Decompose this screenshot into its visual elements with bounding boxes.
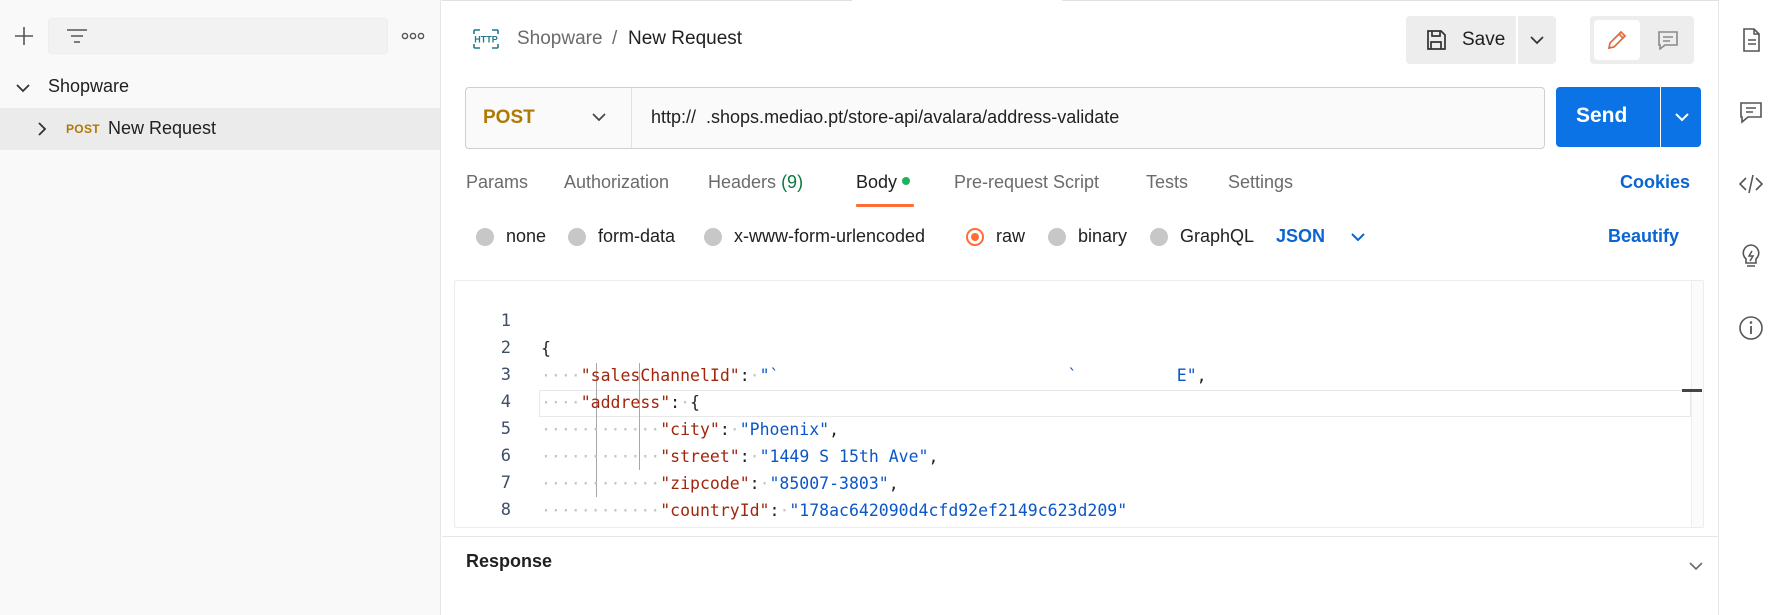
- headers-count: (9): [781, 172, 804, 192]
- info-icon[interactable]: [1737, 314, 1765, 342]
- tab-tests[interactable]: Tests: [1146, 172, 1188, 193]
- comments-icon[interactable]: [1737, 98, 1765, 126]
- lightbulb-icon[interactable]: [1737, 242, 1765, 270]
- save-options-button[interactable]: [1518, 16, 1556, 64]
- mode-toggle: [1590, 16, 1694, 64]
- sidebar: Shopware POST New Request: [0, 0, 441, 615]
- tab-prerequest-script[interactable]: Pre-request Script: [954, 172, 1099, 193]
- code-line: 7 ············"countryId":·"178ac642090d…: [455, 443, 1695, 520]
- request-name: New Request: [108, 118, 217, 138]
- edit-mode-button[interactable]: [1594, 20, 1640, 60]
- url-bar: POST http:// .shops.mediao.pt/store-api/…: [465, 87, 1545, 149]
- chevron-down-icon[interactable]: [14, 79, 32, 102]
- body-type-binary-label: binary: [1078, 226, 1128, 246]
- radio-icon: [1150, 227, 1168, 246]
- svg-text:HTTP: HTTP: [474, 35, 498, 45]
- breadcrumb-request-title[interactable]: New Request: [628, 28, 742, 50]
- method-value: POST: [483, 107, 535, 128]
- sidebar-toolbar: [0, 0, 440, 72]
- chevron-down-icon: [1351, 233, 1365, 242]
- method-select[interactable]: POST: [466, 88, 632, 148]
- sidebar-search-input[interactable]: [48, 18, 388, 54]
- request-item[interactable]: POST New Request: [0, 108, 440, 150]
- url-input[interactable]: http:// .shops.mediao.pt/store-api/avala…: [651, 107, 1119, 128]
- code-line: 4 ············"city":·"Phoenix",: [455, 362, 1695, 439]
- tab-headers[interactable]: Headers (9): [708, 172, 803, 193]
- collection-item[interactable]: Shopware: [0, 70, 440, 104]
- code-line: 1 {: [455, 281, 1695, 358]
- chevron-right-icon[interactable]: [34, 121, 50, 142]
- cookies-link[interactable]: Cookies: [1620, 172, 1690, 193]
- right-sidebar: [1718, 0, 1782, 615]
- radio-icon: [476, 227, 494, 246]
- tab-authorization[interactable]: Authorization: [564, 172, 669, 193]
- send-button[interactable]: Send: [1556, 87, 1660, 147]
- collection-name: Shopware: [48, 76, 130, 96]
- radio-icon: [1048, 227, 1066, 246]
- send-label: Send: [1576, 104, 1628, 127]
- body-type-none[interactable]: none: [476, 226, 546, 247]
- scrollbar-cursor-marker: [1682, 389, 1702, 392]
- save-icon: [1424, 28, 1448, 57]
- body-type-none-label: none: [506, 226, 547, 246]
- beautify-button[interactable]: Beautify: [1608, 226, 1679, 247]
- code-editor[interactable]: 1 { 2 ····"salesChannelId":·"` ` E", 3 ·…: [454, 280, 1704, 528]
- code-line: 6 ············"zipcode":·"85007-3803",: [455, 416, 1695, 493]
- radio-icon: [704, 227, 722, 246]
- tab-params[interactable]: Params: [466, 172, 528, 193]
- body-type-form-data-label: form-data: [598, 226, 676, 246]
- filter-icon[interactable]: [64, 24, 90, 48]
- tab-body-label: Body: [856, 172, 898, 192]
- send-options-button[interactable]: [1661, 87, 1701, 147]
- breadcrumb-separator: /: [612, 28, 618, 49]
- plus-icon[interactable]: [12, 24, 36, 48]
- more-horizontal-icon[interactable]: [400, 28, 426, 44]
- request-method-badge: POST: [66, 122, 100, 136]
- body-type-urlencoded-label: x-www-form-urlencoded: [734, 226, 926, 246]
- radio-selected-icon: [966, 227, 984, 246]
- document-icon[interactable]: [1737, 26, 1765, 54]
- save-label: Save: [1462, 29, 1506, 50]
- response-divider[interactable]: [442, 536, 1718, 537]
- code-icon[interactable]: [1737, 170, 1765, 198]
- tab-body[interactable]: Body: [856, 172, 911, 193]
- response-title: Response: [466, 551, 553, 571]
- body-type-raw-label: raw: [996, 226, 1026, 246]
- line-number: 9: [455, 524, 511, 527]
- code-line: 3 ····"address":·{: [455, 335, 1695, 412]
- tab-headers-label: Headers: [708, 172, 777, 192]
- body-type-graphql[interactable]: GraphQL: [1150, 226, 1254, 247]
- http-request-icon: HTTP: [472, 26, 500, 57]
- code-line: 5 ············"street":·"1449 S 15th Ave…: [455, 389, 1695, 466]
- comment-mode-button[interactable]: [1646, 20, 1690, 60]
- breadcrumb-collection[interactable]: Shopware: [517, 28, 603, 50]
- tab-settings[interactable]: Settings: [1228, 172, 1293, 193]
- body-type-form-data[interactable]: form-data: [568, 226, 675, 247]
- language-select[interactable]: JSON: [1276, 226, 1365, 247]
- code-line: 8 ····}: [455, 470, 1695, 520]
- body-type-graphql-label: GraphQL: [1180, 226, 1255, 246]
- tab-strip-edge: [442, 0, 1718, 4]
- body-modified-dot: [902, 177, 911, 186]
- body-type-urlencoded[interactable]: x-www-form-urlencoded: [704, 226, 925, 247]
- radio-icon: [568, 227, 586, 246]
- active-tab-indicator: [856, 204, 914, 207]
- chevron-down-icon: [592, 113, 606, 122]
- language-value: JSON: [1276, 226, 1326, 246]
- save-button[interactable]: Save: [1406, 16, 1516, 64]
- request-editor: HTTP Shopware / New Request Save POST ht…: [442, 0, 1718, 615]
- code-line: 2 ····"salesChannelId":·"` ` E",: [455, 308, 1695, 385]
- editor-scrollbar[interactable]: [1691, 281, 1703, 527]
- chevron-down-icon[interactable]: [1688, 556, 1704, 577]
- body-type-raw[interactable]: raw: [966, 226, 1025, 247]
- body-type-binary[interactable]: binary: [1048, 226, 1127, 247]
- code-line: 9 }: [455, 497, 1695, 524]
